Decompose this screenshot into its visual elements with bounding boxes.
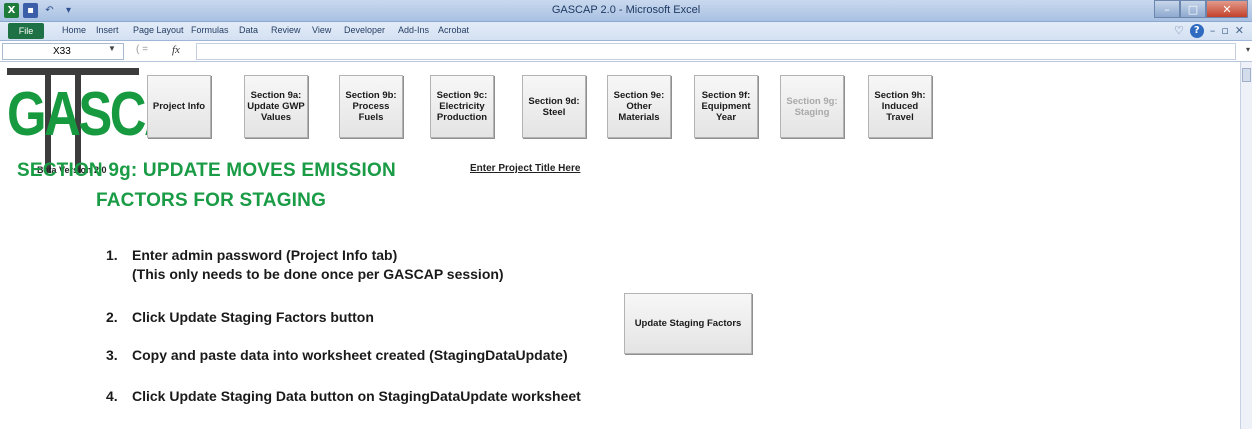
step-2: 2. Click Update Staging Factors button — [106, 309, 374, 325]
title-bar: X ▪ ↶ ▾ GASCAP 2.0 - Microsoft Excel – □… — [0, 0, 1252, 22]
logo-text: GASCAP — [7, 80, 212, 149]
tab-file[interactable]: File — [8, 23, 44, 39]
step-number: 1. — [106, 247, 118, 263]
logo-bar-horizontal — [7, 68, 139, 75]
ribbon-tabs: File Home Insert Page Layout Formulas Da… — [0, 22, 1252, 41]
step-subtext: (This only needs to be done once per GAS… — [132, 266, 504, 282]
tab-page-layout[interactable]: Page Layout — [133, 25, 184, 35]
step-number: 2. — [106, 309, 118, 325]
step-4: 4. Click Update Staging Data button on St… — [106, 388, 581, 404]
formula-input[interactable] — [196, 43, 1236, 60]
step-3: 3. Copy and paste data into worksheet cre… — [106, 347, 568, 363]
minimize-icon[interactable]: – — [1154, 0, 1180, 18]
step-text: Click Update Staging Factors button — [132, 309, 374, 325]
section-9g-button[interactable]: Section 9g: Staging — [780, 75, 844, 138]
section-9e-button[interactable]: Section 9e: Other Materials — [607, 75, 671, 138]
tab-acrobat[interactable]: Acrobat — [438, 25, 469, 35]
name-box-dropdown-icon[interactable]: ▼ — [108, 44, 116, 53]
ribbon-right-controls: ♡ ? – ▫ ✕ — [1174, 24, 1244, 38]
close-icon[interactable]: ✕ — [1206, 0, 1248, 18]
tab-view[interactable]: View — [312, 25, 331, 35]
section-heading-line-1: SECTION 9g: UPDATE MOVES EMISSION — [17, 160, 396, 181]
workbook-minimize-icon[interactable]: – — [1210, 24, 1216, 38]
section-9b-button[interactable]: Section 9b: Process Fuels — [339, 75, 403, 138]
project-info-button[interactable]: Project Info — [147, 75, 211, 138]
ribbon-collapse-icon[interactable]: ♡ — [1174, 24, 1184, 38]
step-text: Enter admin password (Project Info tab) — [132, 247, 398, 263]
workbook-restore-icon[interactable]: ▫ — [1221, 24, 1228, 38]
section-9h-button[interactable]: Section 9h: Induced Travel — [868, 75, 932, 138]
tab-review[interactable]: Review — [271, 25, 301, 35]
step-text: Click Update Staging Data button on Stag… — [132, 388, 581, 404]
section-9c-button[interactable]: Section 9c: Electricity Production — [430, 75, 494, 138]
update-staging-factors-button[interactable]: Update Staging Factors — [624, 293, 752, 354]
window-title: GASCAP 2.0 - Microsoft Excel — [551, 4, 701, 16]
step-number: 4. — [106, 388, 118, 404]
tab-add-ins[interactable]: Add-Ins — [398, 25, 429, 35]
tab-data[interactable]: Data — [239, 25, 258, 35]
project-title-link[interactable]: Enter Project Title Here — [470, 163, 580, 174]
step-text: Copy and paste data into worksheet creat… — [132, 347, 568, 363]
formula-cancel-icon[interactable]: ( = — [136, 44, 148, 55]
tab-insert[interactable]: Insert — [96, 25, 119, 35]
section-9a-button[interactable]: Section 9a: Update GWP Values — [244, 75, 308, 138]
workbook-close-icon[interactable]: ✕ — [1235, 24, 1244, 38]
name-box[interactable]: X33 — [2, 43, 124, 60]
section-9d-button[interactable]: Section 9d: Steel — [522, 75, 586, 138]
step-number: 3. — [106, 347, 118, 363]
vertical-scrollbar[interactable] — [1240, 62, 1252, 429]
formula-expand-icon[interactable]: ▾ — [1246, 45, 1250, 54]
section-9f-button[interactable]: Section 9f: Equipment Year — [694, 75, 758, 138]
step-1: 1. Enter admin password (Project Info tab… — [106, 247, 504, 282]
tab-formulas[interactable]: Formulas — [191, 25, 229, 35]
section-heading-line-2: FACTORS FOR STAGING — [96, 190, 327, 211]
scrollbar-thumb[interactable] — [1242, 68, 1251, 82]
tab-developer[interactable]: Developer — [344, 25, 385, 35]
maximize-icon[interactable]: □ — [1180, 0, 1206, 18]
insert-function-icon[interactable]: fx — [172, 44, 180, 56]
formula-bar: X33 ▼ ( = fx ▾ — [0, 41, 1252, 62]
window-controls: – □ ✕ — [1154, 0, 1248, 18]
tab-home[interactable]: Home — [62, 25, 86, 35]
help-icon[interactable]: ? — [1189, 24, 1204, 38]
